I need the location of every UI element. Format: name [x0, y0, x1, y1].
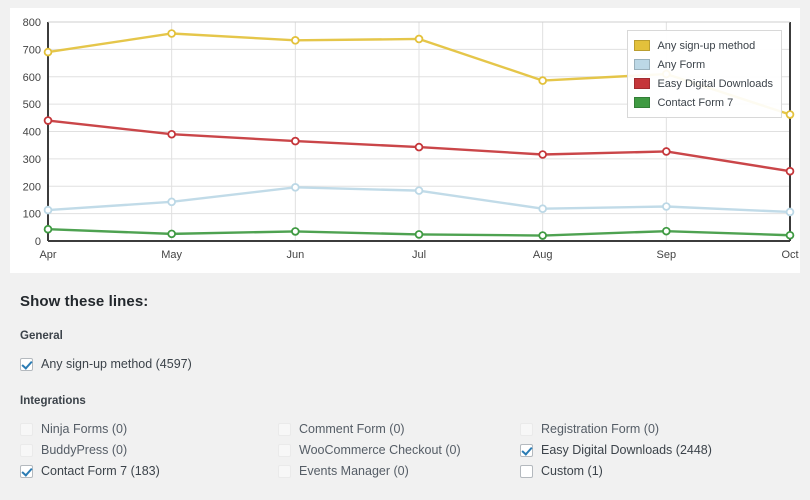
checkbox-row-ninja-forms[interactable]: Ninja Forms (0)	[20, 419, 278, 440]
y-axis-tick-label: 500	[23, 99, 41, 111]
checkbox-label: WooCommerce Checkout (0)	[299, 443, 461, 458]
checkbox-buddypress[interactable]	[20, 444, 33, 457]
legend-label: Contact Form 7	[657, 96, 734, 109]
checkbox-label: Any sign-up method (4597)	[41, 357, 192, 372]
checkbox-ninja-forms[interactable]	[20, 423, 33, 436]
y-axis-tick-label: 600	[23, 72, 41, 84]
x-axis-tick-label: Jul	[412, 249, 426, 261]
checkbox-row-any-sign-up-method[interactable]: Any sign-up method (4597)	[20, 354, 790, 375]
legend-label: Any sign-up method	[657, 39, 756, 52]
y-axis-tick-label: 400	[23, 127, 41, 139]
checkbox-label: Registration Form (0)	[541, 422, 660, 437]
y-axis-tick-label: 100	[23, 209, 41, 221]
x-axis-tick-label: Aug	[533, 249, 553, 261]
x-axis-tick-label: Apr	[39, 249, 56, 261]
general-checkbox-list: Any sign-up method (4597)	[20, 354, 790, 375]
checkbox-label: Custom (1)	[541, 464, 603, 479]
checkbox-label: Easy Digital Downloads (2448)	[541, 443, 712, 458]
checkbox-events-manager[interactable]	[278, 465, 291, 478]
group-heading-integrations: Integrations	[20, 395, 86, 407]
checkbox-row-registration-form[interactable]: Registration Form (0)	[520, 419, 790, 440]
x-axis-tick-label: Jun	[286, 249, 304, 261]
x-axis-tick-label: May	[161, 249, 182, 261]
legend-label: Any Form	[657, 58, 706, 71]
checkbox-easy-digital-downloads[interactable]	[520, 444, 533, 457]
integrations-column-3: Registration Form (0) Easy Digital Downl…	[520, 419, 790, 482]
checkbox-any-sign-up-method[interactable]	[20, 358, 33, 371]
legend-item: Any sign-up method	[634, 36, 773, 55]
checkbox-woocommerce-checkout[interactable]	[278, 444, 291, 457]
y-axis-tick-label: 300	[23, 154, 41, 166]
integrations-column-2: Comment Form (0) WooCommerce Checkout (0…	[278, 419, 520, 482]
legend-item: Contact Form 7	[634, 93, 773, 112]
y-axis-tick-label: 800	[23, 17, 41, 29]
group-heading-general: General	[20, 330, 63, 342]
legend-swatch-any-sign-up-method	[634, 40, 651, 51]
integrations-column-1: Ninja Forms (0) BuddyPress (0) Contact F…	[20, 419, 278, 482]
page-title: Show these lines:	[20, 293, 149, 310]
checkbox-custom[interactable]	[520, 465, 533, 478]
checkbox-row-events-manager[interactable]: Events Manager (0)	[278, 461, 520, 482]
checkbox-label: Ninja Forms (0)	[41, 422, 128, 437]
line-toggles-section: Show these lines: General Any sign-up me…	[0, 275, 810, 500]
checkbox-row-woocommerce-checkout[interactable]: WooCommerce Checkout (0)	[278, 440, 520, 461]
checkbox-row-custom[interactable]: Custom (1)	[520, 461, 790, 482]
checkbox-row-easy-digital-downloads[interactable]: Easy Digital Downloads (2448)	[520, 440, 790, 461]
legend-swatch-any-form	[634, 59, 651, 70]
checkbox-contact-form-7[interactable]	[20, 465, 33, 478]
checkbox-label: BuddyPress (0)	[41, 443, 128, 458]
legend-label: Easy Digital Downloads	[657, 77, 773, 90]
checkbox-row-contact-form-7[interactable]: Contact Form 7 (183)	[20, 461, 278, 482]
legend-swatch-contact-form-7	[634, 97, 651, 108]
legend-item: Easy Digital Downloads	[634, 74, 773, 93]
checkbox-row-comment-form[interactable]: Comment Form (0)	[278, 419, 520, 440]
chart-panel: 0 100 200 300 400 500 600 700 800 Apr May Jun Jul Aug…	[10, 8, 800, 273]
x-axis-tick-label: Oct	[781, 249, 798, 261]
y-axis-tick-label: 200	[23, 181, 41, 193]
chart-legend: Any sign-up method Any Form Easy Digital…	[627, 30, 782, 118]
checkbox-label: Contact Form 7 (183)	[41, 464, 160, 479]
x-axis-tick-label: Sep	[657, 249, 677, 261]
checkbox-registration-form[interactable]	[520, 423, 533, 436]
y-axis-tick-label: 700	[23, 44, 41, 56]
checkbox-comment-form[interactable]	[278, 423, 291, 436]
integrations-checkbox-grid: Ninja Forms (0) BuddyPress (0) Contact F…	[20, 419, 790, 482]
legend-item: Any Form	[634, 55, 773, 74]
y-axis-tick-label: 0	[35, 236, 41, 248]
checkbox-label: Comment Form (0)	[299, 422, 405, 437]
checkbox-row-buddypress[interactable]: BuddyPress (0)	[20, 440, 278, 461]
legend-swatch-easy-digital-downloads	[634, 78, 651, 89]
checkbox-label: Events Manager (0)	[299, 464, 409, 479]
